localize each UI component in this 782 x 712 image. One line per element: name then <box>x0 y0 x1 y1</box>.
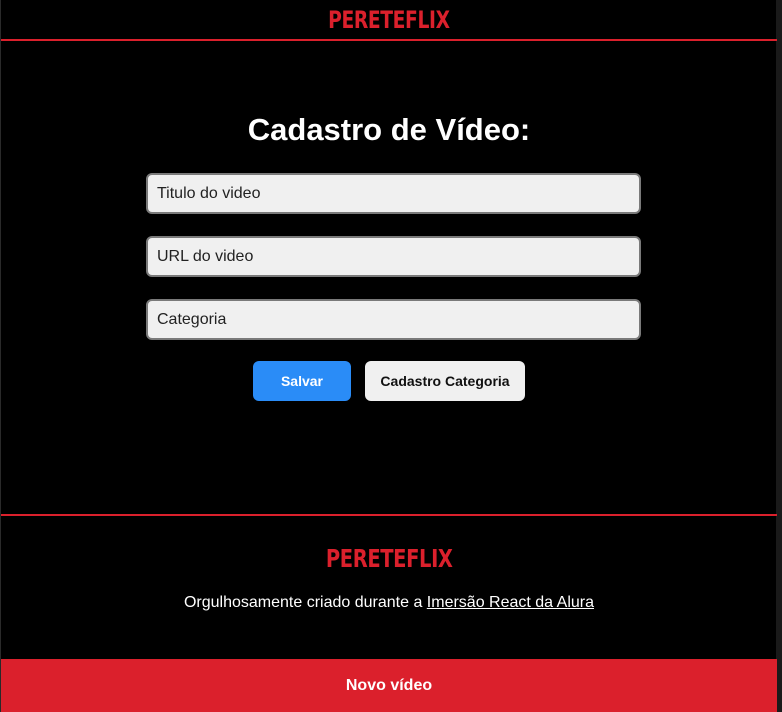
footer-credit-text: Orgulhosamente criado durante a <box>183 594 427 611</box>
footer-brand-logo: PERETEFLIX <box>325 544 453 573</box>
video-title-input[interactable] <box>146 173 641 214</box>
new-video-button[interactable]: Novo vídeo <box>1 659 777 712</box>
footer-credit: Orgulhosamente criado durante a Imersão … <box>1 594 777 612</box>
app-frame: PERETEFLIX Cadastro de Vídeo: Salvar Cad… <box>0 0 782 712</box>
page-title: Cadastro de Vídeo: <box>247 112 531 147</box>
brand-logo[interactable]: PERETEFLIX <box>328 8 450 32</box>
top-navbar: PERETEFLIX <box>1 0 777 41</box>
video-url-input[interactable] <box>146 236 641 277</box>
new-video-label: Novo vídeo <box>345 676 433 694</box>
footer-divider <box>1 514 777 516</box>
video-category-input[interactable] <box>146 299 641 340</box>
register-category-button[interactable]: Cadastro Categoria <box>365 361 525 401</box>
alura-link[interactable]: Imersão React da Alura <box>427 594 594 611</box>
footer-logo-wrap: PERETEFLIX <box>1 546 777 572</box>
save-button[interactable]: Salvar <box>253 361 351 401</box>
